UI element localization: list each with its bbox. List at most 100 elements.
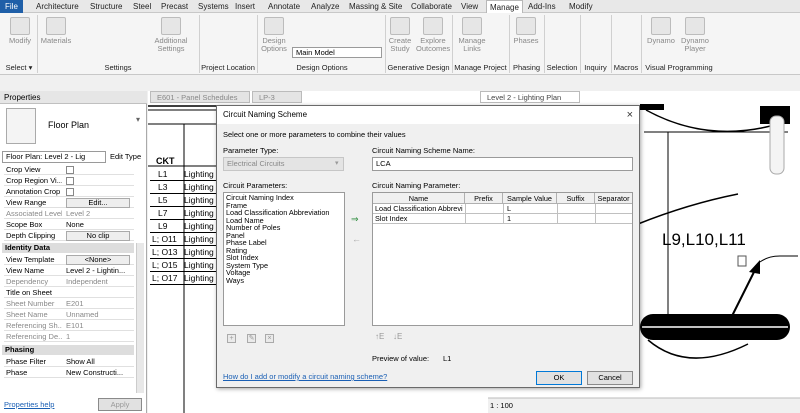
edit-param-icon[interactable]: ✎ xyxy=(247,334,256,343)
menu-systems[interactable]: Systems xyxy=(195,0,232,13)
dynamo-icon xyxy=(651,17,671,35)
links-icon xyxy=(462,17,482,35)
menu-view[interactable]: View xyxy=(458,0,481,13)
edit-type-button[interactable]: Edit Type xyxy=(110,152,141,161)
crop-region-checkbox[interactable] xyxy=(66,177,74,186)
circuit-tag-label: L9,L10,L11 xyxy=(662,230,746,249)
dialog-instruction: Select one or more parameters to combine… xyxy=(223,130,406,139)
ribbon: Modify Materials Additional Settings Des… xyxy=(0,13,800,75)
param-type-label: Parameter Type: xyxy=(223,146,279,155)
crop-view-checkbox[interactable] xyxy=(66,166,74,175)
panel-macros: Macros xyxy=(613,63,639,72)
menu-architecture[interactable]: Architecture xyxy=(33,0,82,13)
prop-row: Sheet Number E201 xyxy=(4,299,134,309)
properties-title: Properties xyxy=(0,91,147,104)
prop-row: Sheet Name Unnamed xyxy=(4,310,134,320)
col-suffix: Suffix xyxy=(557,193,595,204)
prop-row: Crop View xyxy=(4,165,134,175)
menu-structure[interactable]: Structure xyxy=(87,0,125,13)
outcomes-icon xyxy=(423,17,443,35)
create-study-button[interactable]: Create Study xyxy=(386,17,414,53)
chevron-down-icon[interactable]: ▾ xyxy=(136,115,140,124)
prop-row: Phase New Constructi... xyxy=(4,368,134,378)
cursor-icon xyxy=(10,17,30,35)
materials-button[interactable]: Materials xyxy=(40,17,72,45)
cancel-button[interactable]: Cancel xyxy=(587,371,633,385)
table-row: L5 Lighting xyxy=(150,194,218,207)
menu-file[interactable]: File xyxy=(0,0,23,13)
menu-modify[interactable]: Modify xyxy=(566,0,596,13)
manage-links-button[interactable]: Manage Links xyxy=(456,17,488,53)
dialog-title: Circuit Naming Scheme xyxy=(217,106,639,124)
group-phasing[interactable]: Phasing xyxy=(2,345,134,355)
close-icon[interactable]: × xyxy=(627,109,633,121)
help-link[interactable]: How do I add or modify a circuit naming … xyxy=(223,372,387,381)
ok-button[interactable]: OK xyxy=(536,371,582,385)
depth-clipping-button[interactable]: No clip xyxy=(66,231,130,241)
preview-label: Preview of value: xyxy=(372,354,430,363)
modify-button[interactable]: Modify xyxy=(6,17,34,45)
prop-row: View Range Edit... xyxy=(4,198,134,208)
dynamo-button[interactable]: Dynamo xyxy=(644,17,678,45)
table-row: L7 Lighting xyxy=(150,207,218,220)
additional-settings-button[interactable]: Additional Settings xyxy=(150,17,192,53)
view-range-edit-button[interactable]: Edit... xyxy=(66,198,130,208)
table-row: L3 Lighting xyxy=(150,181,218,194)
view-template-button[interactable]: <None> xyxy=(66,255,130,265)
apply-button[interactable]: Apply xyxy=(98,398,142,411)
prop-row: Annotation Crop xyxy=(4,187,134,197)
list-item[interactable]: Ways xyxy=(224,276,344,285)
properties-scrollbar[interactable] xyxy=(136,243,144,393)
circuit-params-label: Circuit Parameters: xyxy=(223,181,288,190)
prop-row: View Name Level 2 - Lightin... xyxy=(4,266,134,276)
menu-annotate[interactable]: Annotate xyxy=(265,0,303,13)
view-scale[interactable]: 1 : 100 xyxy=(490,401,513,410)
col-prefix: Prefix xyxy=(465,193,503,204)
table-row: L; O17 Lighting xyxy=(150,272,218,285)
table-row[interactable]: Load Classification Abbrevi L xyxy=(373,204,632,214)
design-option-select[interactable]: Main Model xyxy=(292,47,382,58)
scheme-name-label: Circuit Naming Scheme Name: xyxy=(372,146,475,155)
delete-param-icon[interactable]: × xyxy=(265,334,274,343)
panel-project-location: Project Location xyxy=(201,63,255,72)
annotation-crop-checkbox[interactable] xyxy=(66,188,74,197)
menu-insert[interactable]: Insert xyxy=(232,0,258,13)
menu-steel[interactable]: Steel xyxy=(130,0,154,13)
phases-button[interactable]: Phases xyxy=(512,17,540,45)
move-down-icon[interactable]: ↓E xyxy=(393,332,402,341)
add-parameter-arrow-icon[interactable]: ⇒ xyxy=(351,214,359,225)
wrench-icon xyxy=(161,17,181,35)
tab-lp-3[interactable]: LP-3 xyxy=(252,91,302,103)
param-type-select[interactable]: Electrical Circuits xyxy=(223,157,344,171)
prop-row: Phase Filter Show All xyxy=(4,357,134,367)
menu-collaborate[interactable]: Collaborate xyxy=(408,0,455,13)
remove-parameter-arrow-icon[interactable]: ← xyxy=(352,234,361,244)
view-type-selector[interactable]: Floor Plan: Level 2 - Lig xyxy=(2,151,106,163)
tab-panel-schedules[interactable]: E601 - Panel Schedules xyxy=(150,91,250,103)
menu-add-ins[interactable]: Add-Ins xyxy=(525,0,559,13)
explore-outcomes-button[interactable]: Explore Outcomes xyxy=(416,17,450,53)
chevron-down-icon: ▾ xyxy=(335,160,339,167)
menu-analyze[interactable]: Analyze xyxy=(308,0,342,13)
panel-select[interactable]: Select ▾ xyxy=(2,62,36,74)
properties-help-link[interactable]: Properties help xyxy=(4,400,54,409)
tab-lighting-plan[interactable]: Level 2 - Lighting Plan xyxy=(480,91,580,103)
design-options-icon xyxy=(264,17,284,35)
design-options-button[interactable]: Design Options xyxy=(258,17,290,53)
menu-manage[interactable]: Manage xyxy=(486,0,523,13)
move-up-icon[interactable]: ↑E xyxy=(375,332,384,341)
panel-settings: Settings xyxy=(104,63,132,72)
prop-row: Title on Sheet xyxy=(4,288,134,298)
menu-precast[interactable]: Precast xyxy=(158,0,191,13)
naming-param-grid: Name Prefix Sample Value Suffix Separato… xyxy=(372,192,633,326)
table-row[interactable]: Slot Index 1 xyxy=(373,214,632,224)
prop-row: Dependency Independent xyxy=(4,277,134,287)
table-row: L; O11 Lighting xyxy=(150,233,218,246)
dynamo-player-icon xyxy=(685,17,705,35)
dynamo-player-button[interactable]: Dynamo Player xyxy=(678,17,712,53)
scheme-name-input[interactable]: LCA xyxy=(372,157,633,171)
menu-massing-site[interactable]: Massing & Site xyxy=(346,0,405,13)
new-param-icon[interactable]: + xyxy=(227,334,236,343)
group-identity-data[interactable]: Identity Data xyxy=(2,243,134,253)
materials-icon xyxy=(46,17,66,35)
